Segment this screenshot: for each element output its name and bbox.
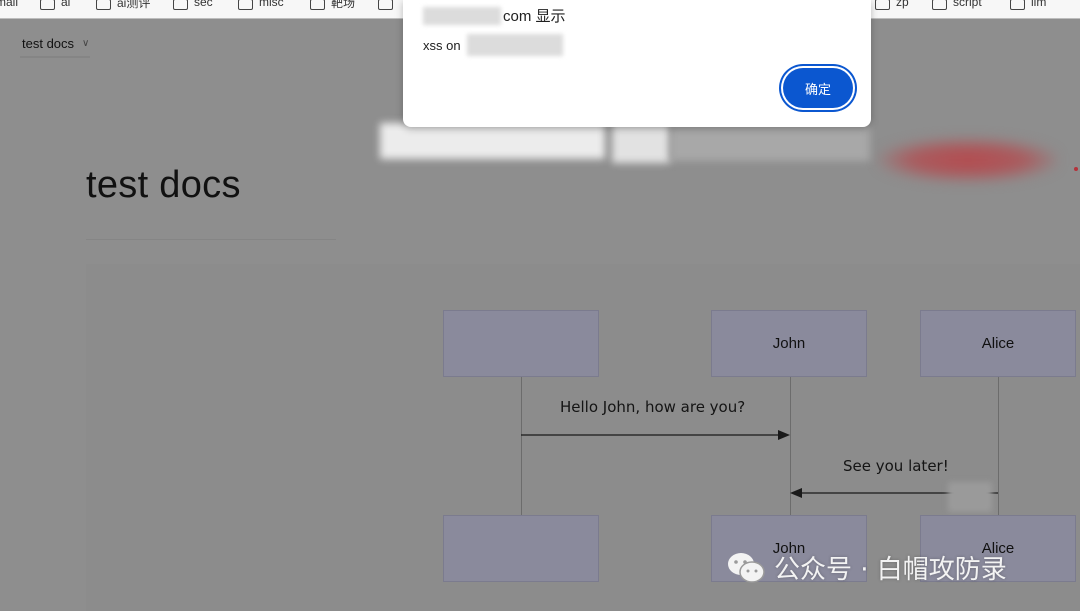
red-dot: [1074, 167, 1078, 171]
redacted-host: [466, 34, 563, 56]
watermark: 公众号 · 白帽攻防录: [726, 549, 1007, 586]
alert-dialog: com 显示 xss on 确定: [403, 0, 871, 127]
blur-smear: [670, 123, 870, 161]
watermark-text: 公众号 · 白帽攻防录: [774, 555, 1007, 585]
redacted-area: [878, 138, 1058, 182]
wechat-icon: [728, 552, 765, 583]
alert-title: com 显示: [423, 5, 566, 26]
blur-smear: [380, 123, 605, 159]
redacted-domain: [423, 6, 501, 25]
actor-bottom-0: [443, 515, 599, 582]
blur-smear: [612, 123, 670, 163]
alert-message: xss on: [423, 34, 563, 56]
arrowhead-icon: [778, 430, 790, 440]
blur-patch: [948, 482, 992, 512]
arrowhead-icon: [790, 488, 802, 498]
ok-button[interactable]: 确定: [783, 68, 853, 108]
